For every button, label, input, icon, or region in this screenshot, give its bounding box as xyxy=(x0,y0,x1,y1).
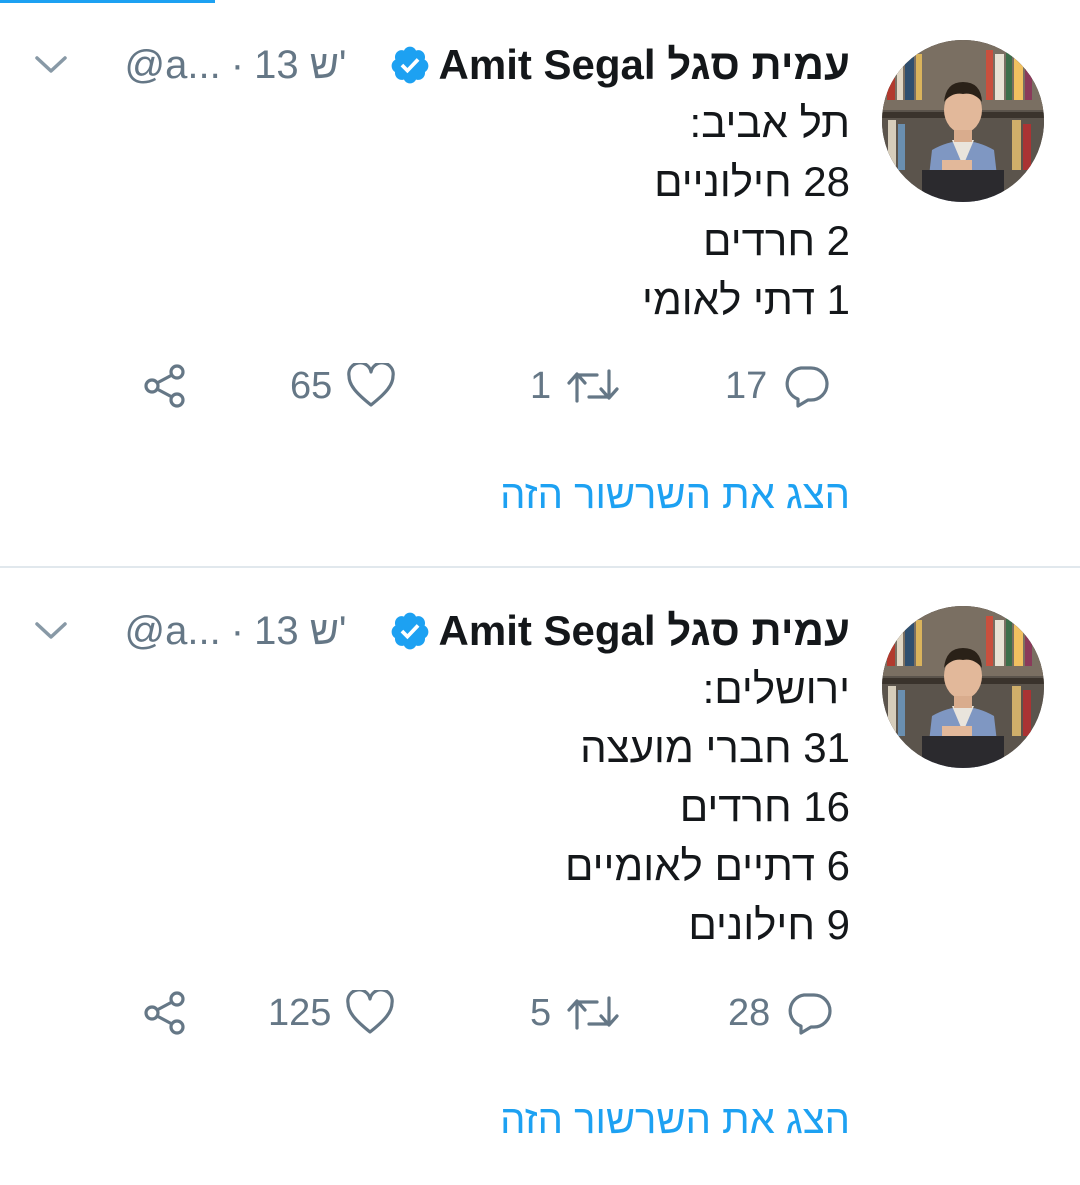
retweet-icon xyxy=(565,990,621,1036)
tweet-meta: @a... · 13 ש' xyxy=(125,43,347,88)
tweet-text-line: 16 חרדים xyxy=(679,783,850,830)
retweet-button[interactable]: 1 xyxy=(530,360,621,412)
heart-icon xyxy=(345,990,395,1036)
tweet-text-line: ירושלים: xyxy=(702,665,850,712)
verified-badge-icon xyxy=(389,610,431,652)
tweet-card[interactable]: @a... · 13 ש' עמית סגל Amit Segal תל אביב:… xyxy=(0,0,1080,567)
heart-icon xyxy=(346,363,396,409)
like-button[interactable]: 65 xyxy=(290,360,396,412)
tweet-text-line: 2 חרדים xyxy=(703,217,850,264)
tweet-text-line: תל אביב: xyxy=(689,99,850,146)
tweet-text: תל אביב: 28 חילוניים 2 חרדים 1 דתי לאומי xyxy=(150,93,850,329)
reply-count: 17 xyxy=(725,364,768,407)
chevron-down-icon[interactable] xyxy=(33,50,69,78)
handle[interactable]: @a... xyxy=(125,43,221,87)
tweet-text-line: 28 חילוניים xyxy=(654,158,850,205)
tweet-text-line: 9 חילונים xyxy=(688,901,850,948)
avatar[interactable] xyxy=(882,606,1044,768)
meta-separator: · xyxy=(230,608,245,653)
tweet-card[interactable]: @a... · 13 ש' עמית סגל Amit Segal ירושלים:… xyxy=(0,568,1080,1185)
reply-icon xyxy=(784,990,834,1036)
tweet-text-line: 1 דתי לאומי xyxy=(642,276,850,323)
share-button[interactable] xyxy=(140,987,190,1039)
timestamp[interactable]: 13 ש' xyxy=(254,609,346,653)
handle[interactable]: @a... xyxy=(125,609,221,653)
share-icon xyxy=(140,988,190,1038)
reply-button[interactable]: 17 xyxy=(725,360,831,412)
avatar[interactable] xyxy=(882,40,1044,202)
tweet-text-line: 31 חברי מועצה xyxy=(580,724,850,771)
retweet-button[interactable]: 5 xyxy=(530,987,621,1039)
show-thread-link[interactable]: הצג את השרשור הזה xyxy=(500,1098,850,1143)
timestamp[interactable]: 13 ש' xyxy=(254,43,346,87)
display-name[interactable]: עמית סגל Amit Segal xyxy=(439,607,850,655)
tweet-actions: 17 1 65 xyxy=(0,360,1080,412)
like-button[interactable]: 125 xyxy=(268,987,395,1039)
chevron-down-icon[interactable] xyxy=(33,616,69,644)
reply-icon xyxy=(781,363,831,409)
like-count: 125 xyxy=(268,991,332,1034)
tweet-header: @a... · 13 ש' עמית סגל Amit Segal xyxy=(125,604,850,658)
show-thread-link[interactable]: הצג את השרשור הזה xyxy=(500,473,850,518)
tweet-text: ירושלים: 31 חברי מועצה 16 חרדים 6 דתיים … xyxy=(150,659,850,954)
meta-separator: · xyxy=(230,42,245,87)
reply-button[interactable]: 28 xyxy=(728,987,834,1039)
tweet-meta: @a... · 13 ש' xyxy=(125,609,347,654)
verified-badge-icon xyxy=(389,44,431,86)
reply-count: 28 xyxy=(728,991,771,1034)
tweet-header: @a... · 13 ש' עמית סגל Amit Segal xyxy=(125,38,850,92)
retweet-count: 5 xyxy=(530,991,552,1034)
retweet-count: 1 xyxy=(530,364,552,407)
tweet-text-line: 6 דתיים לאומיים xyxy=(564,842,850,889)
share-button[interactable] xyxy=(140,360,190,412)
retweet-icon xyxy=(565,363,621,409)
tweet-actions: 28 5 125 xyxy=(0,987,1080,1039)
display-name[interactable]: עמית סגל Amit Segal xyxy=(439,41,850,89)
share-icon xyxy=(140,361,190,411)
like-count: 65 xyxy=(290,364,333,407)
